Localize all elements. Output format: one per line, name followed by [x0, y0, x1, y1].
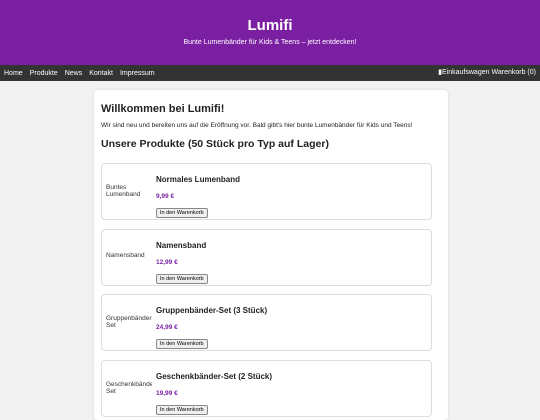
product-price: 9,99 € — [156, 193, 175, 200]
product-price: 19,99 € — [156, 390, 178, 397]
products-title: Unsere Produkte (50 Stück pro Typ auf La… — [101, 138, 329, 150]
nav-link-news[interactable]: News — [65, 70, 83, 77]
cart-link[interactable]: ▮Einkaufswagen Warenkorb (0) — [438, 68, 536, 77]
add-to-cart-button[interactable]: In den Warenkorb — [156, 405, 208, 415]
product-name: Gruppenbänder-Set (3 Stück) — [156, 306, 268, 315]
cart-label: Warenkorb (0) — [491, 68, 536, 76]
welcome-text: Wir sind neu und bereiten uns auf die Er… — [101, 122, 413, 129]
site-title: Lumifi — [247, 17, 293, 34]
site-header: Lumifi Bunte Lumenbänder für Kids & Teen… — [0, 0, 540, 65]
product-image: Gruppenbänder-Set — [106, 315, 152, 330]
product-card: Gruppenbänder-Set Gruppenbänder-Set (3 S… — [101, 294, 432, 351]
product-name: Normales Lumenband — [156, 175, 241, 184]
product-card: Geschenkbänder-Set Geschenkbänder-Set (2… — [101, 360, 432, 417]
product-image: Namensband — [106, 252, 145, 259]
add-to-cart-button[interactable]: In den Warenkorb — [156, 208, 208, 218]
product-price: 12,99 € — [156, 259, 178, 266]
product-card: Buntes Lumenband Normales Lumenband 9,99… — [101, 163, 432, 220]
main-nav: Home Produkte News Kontakt Impressum ▮Ei… — [0, 65, 540, 81]
nav-link-home[interactable]: Home — [4, 70, 23, 77]
product-price: 24,99 € — [156, 324, 178, 331]
site-tagline: Bunte Lumenbänder für Kids & Teens – jet… — [183, 39, 357, 46]
main-content: Willkommen bei Lumifi! Wir sind neu und … — [94, 90, 448, 420]
product-image: Geschenkbänder-Set — [106, 381, 152, 396]
add-to-cart-button[interactable]: In den Warenkorb — [156, 274, 208, 284]
product-image: Buntes Lumenband — [106, 184, 141, 199]
nav-link-impressum[interactable]: Impressum — [120, 70, 155, 77]
product-name: Namensband — [156, 241, 207, 250]
product-card: Namensband Namensband 12,99 € In den War… — [101, 229, 432, 286]
product-name: Geschenkbänder-Set (2 Stück) — [156, 372, 273, 381]
nav-link-produkte[interactable]: Produkte — [30, 70, 58, 77]
add-to-cart-button[interactable]: In den Warenkorb — [156, 339, 208, 349]
nav-link-kontakt[interactable]: Kontakt — [89, 70, 113, 77]
cart-icon: ▮Einkaufswagen — [438, 69, 490, 76]
cart-image-alt: Einkaufswagen — [442, 69, 490, 76]
welcome-title: Willkommen bei Lumifi! — [101, 103, 225, 115]
